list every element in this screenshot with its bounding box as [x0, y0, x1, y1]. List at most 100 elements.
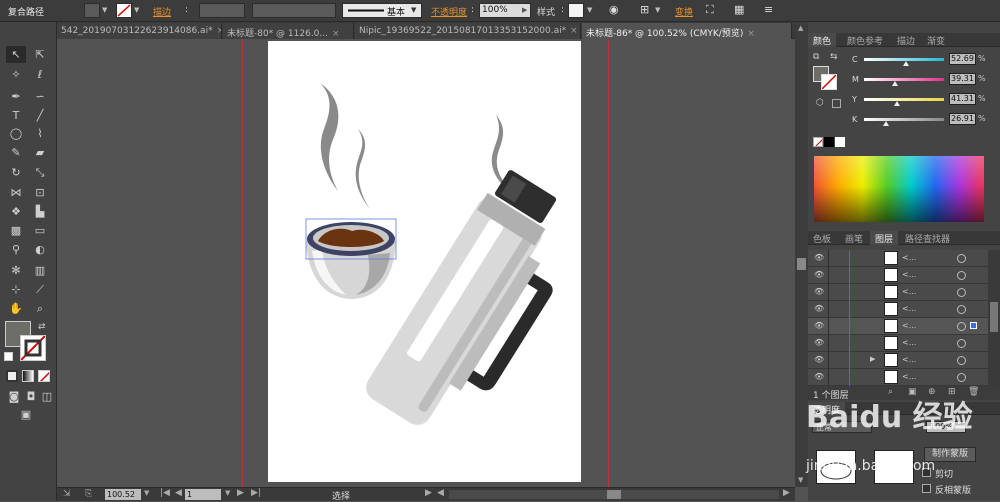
screen-mode-icon[interactable]: ▣ [16, 406, 36, 423]
slice-tool-icon[interactable]: ⟋ [30, 281, 50, 298]
eye-icon[interactable]: 👁 [814, 339, 825, 347]
lock-column[interactable] [828, 369, 829, 386]
first-page-icon[interactable]: |◀ [160, 488, 170, 498]
channel-slider[interactable] [864, 98, 944, 106]
prev-page-icon[interactable]: ◀ [175, 488, 182, 498]
tab-gradient[interactable]: 渐变 [922, 33, 950, 47]
opacity-label[interactable]: 不透明度 [431, 5, 467, 18]
invert-mask-checkbox[interactable] [922, 484, 931, 493]
gradient-tool-icon[interactable]: ▭ [30, 222, 50, 239]
tab-document-active[interactable]: 未标题-86* @ 100.52% (CMYK/预览) × [582, 23, 792, 39]
tab-layers[interactable]: 图层 [870, 231, 899, 245]
default-colors-icon[interactable] [4, 352, 13, 361]
lock-column[interactable] [828, 267, 829, 284]
color-mode-icon[interactable] [6, 370, 18, 382]
blend-tool-icon[interactable]: ◐ [30, 241, 50, 258]
tab-stroke[interactable]: 描边 [892, 33, 920, 47]
graphic-style-swatch[interactable] [568, 3, 584, 18]
shape-builder-tool-icon[interactable]: ❖ [6, 203, 26, 220]
eye-icon[interactable]: 👁 [814, 254, 825, 262]
layers-scrollbar[interactable] [988, 250, 1000, 386]
channel-slider[interactable] [864, 118, 944, 126]
layer-row[interactable]: 👁 <... [808, 284, 988, 301]
target-icon[interactable] [957, 322, 966, 331]
white-swatch[interactable] [835, 137, 845, 147]
eye-icon[interactable]: 👁 [814, 305, 825, 313]
zoom-field[interactable]: 100.52 [105, 489, 141, 500]
target-icon[interactable] [957, 356, 966, 365]
panel-menu-icon[interactable]: ≡ [764, 3, 773, 16]
width-tool-icon[interactable]: ⋈ [6, 184, 26, 201]
channel-value-field[interactable]: 39.31 [949, 73, 976, 85]
align-icon[interactable]: ⊞ [640, 3, 649, 16]
ellipse-tool-icon[interactable]: ◯ [6, 125, 26, 142]
symbol-sprayer-tool-icon[interactable]: ✻ [6, 262, 26, 279]
out-of-gamut-icon[interactable]: ⬡ [816, 98, 824, 108]
chevron-down-icon[interactable]: ▼ [102, 6, 107, 14]
chevron-down-icon[interactable]: ▼ [134, 6, 139, 14]
chevron-right-icon[interactable]: ▶ [425, 488, 432, 498]
target-icon[interactable] [957, 254, 966, 263]
lock-column[interactable] [828, 301, 829, 318]
expand-arrow-icon[interactable]: ▶ [870, 355, 875, 363]
web-safe-icon[interactable] [832, 99, 841, 108]
tab-brushes[interactable]: 画笔 [840, 231, 868, 245]
tab-document-3[interactable]: Nipic_19369522_20150817013353152000.ai* × [355, 23, 581, 39]
draw-inside-icon[interactable]: ◫ [37, 388, 57, 405]
close-icon[interactable]: × [570, 26, 578, 36]
scroll-up-icon[interactable]: ▲ [798, 24, 803, 32]
scroll-left-icon[interactable]: ◀ [437, 488, 444, 498]
pen-tool-icon[interactable]: ✒ [6, 88, 26, 105]
lock-column[interactable] [828, 352, 829, 369]
swap-colors-icon[interactable]: ⇄ [38, 322, 46, 332]
eye-icon[interactable]: 👁 [814, 322, 825, 330]
chevron-down-icon[interactable]: ▼ [587, 6, 592, 14]
layer-row[interactable]: 👁 <... [808, 369, 988, 386]
canvas-area[interactable] [57, 39, 795, 487]
fill-swatch[interactable] [84, 3, 100, 18]
tab-color[interactable]: 颜色 [808, 33, 837, 47]
scroll-down-icon[interactable]: ▼ [798, 476, 803, 484]
zoom-tool-icon[interactable]: ⌕ [30, 300, 50, 317]
target-icon[interactable] [957, 339, 966, 348]
channel-value-field[interactable]: 52.69 [949, 53, 976, 65]
brush-tool-icon[interactable]: ⌇ [30, 125, 50, 142]
tab-swatches[interactable]: 色板 [808, 231, 836, 245]
free-transform-tool-icon[interactable]: ⊡ [30, 184, 50, 201]
layer-row[interactable]: 👁 <... [808, 267, 988, 284]
scroll-right-icon[interactable]: ▶ [783, 488, 790, 498]
stroke-swatch[interactable] [116, 3, 132, 18]
curvature-tool-icon[interactable]: ∽ [30, 88, 50, 105]
none-mode-icon[interactable] [38, 370, 50, 382]
slider-handle[interactable] [894, 101, 901, 106]
eye-icon[interactable]: 👁 [814, 373, 825, 381]
eye-icon[interactable]: 👁 [814, 356, 825, 364]
lock-column[interactable] [828, 318, 829, 335]
rotate-tool-icon[interactable]: ↻ [6, 164, 26, 181]
recolor-icon[interactable]: ◉ [609, 3, 619, 16]
eye-icon[interactable]: 👁 [814, 288, 825, 296]
channel-value-field[interactable]: 41.31 [949, 93, 976, 105]
color-spectrum[interactable] [814, 156, 984, 222]
tab-document-1[interactable]: 542_20190703122623914086.ai*× [57, 23, 222, 39]
tab-document-2[interactable]: 未标题-80* @ 1126.0... × [223, 23, 354, 39]
hand-tool-icon[interactable]: ✋ [6, 300, 26, 317]
channel-slider[interactable] [864, 78, 944, 86]
mesh-tool-icon[interactable]: ▩ [6, 222, 26, 239]
close-icon[interactable]: × [747, 29, 755, 39]
slider-handle[interactable] [903, 61, 910, 66]
target-icon[interactable] [957, 305, 966, 314]
next-page-icon[interactable]: ▶ [237, 488, 244, 498]
eraser-tool-icon[interactable]: ▰ [30, 144, 50, 161]
slider-handle[interactable] [882, 121, 889, 126]
line-tool-icon[interactable]: ╱ [30, 107, 50, 124]
close-icon[interactable]: × [332, 29, 340, 39]
scale-tool-icon[interactable]: ⤡ [30, 164, 50, 181]
variable-width-profile[interactable] [252, 3, 336, 18]
target-icon[interactable] [957, 288, 966, 297]
chevron-down-icon[interactable]: ▼ [655, 6, 660, 14]
close-icon[interactable]: × [217, 26, 221, 36]
last-page-icon[interactable]: ▶| [251, 488, 261, 498]
scrollbar-thumb[interactable] [990, 302, 998, 332]
selection-tool-icon[interactable]: ↖ [6, 46, 26, 63]
